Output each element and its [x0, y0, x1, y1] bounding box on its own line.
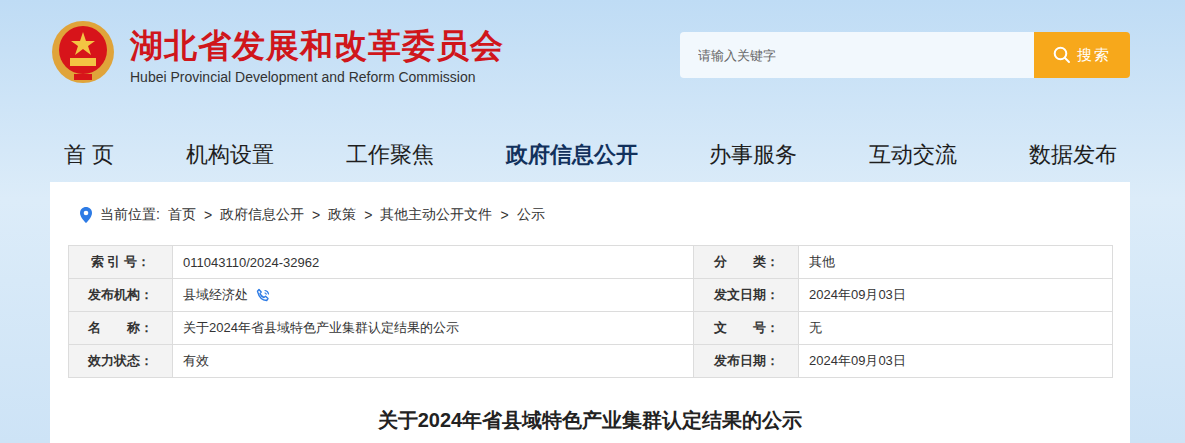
breadcrumb-item[interactable]: 政策: [328, 206, 356, 224]
field-value: 2024年09月03日: [799, 279, 1113, 312]
field-value: 县域经济处: [173, 279, 694, 312]
site-subtitle: Hubei Provincial Development and Reform …: [130, 68, 504, 86]
nav-item[interactable]: 互动交流: [869, 140, 957, 170]
page: 湖北省发展和改革委员会 Hubei Provincial Development …: [0, 0, 1185, 443]
search-box: 搜索: [680, 32, 1130, 78]
search-input[interactable]: [680, 32, 1034, 78]
table-row: 索 引 号：011043110/2024-32962分 类：其他: [69, 246, 1113, 279]
breadcrumb-separator: >: [500, 207, 508, 223]
table-row: 发布机构：县域经济处发文日期：2024年09月03日: [69, 279, 1113, 312]
breadcrumb-label: 当前位置:: [100, 206, 160, 224]
field-label: 文 号：: [694, 312, 799, 345]
breadcrumb-item[interactable]: 政府信息公开: [220, 206, 304, 224]
nav-item[interactable]: 办事服务: [709, 140, 797, 170]
brand-text: 湖北省发展和改革委员会 Hubei Provincial Development …: [130, 18, 504, 86]
field-value: 无: [799, 312, 1113, 345]
table-row: 效力状态：有效发布日期：2024年09月03日: [69, 345, 1113, 378]
nav-item[interactable]: 数据发布: [1029, 140, 1117, 170]
main-nav: 首 页 机构设置 工作聚焦 政府信息公开 办事服务 互动交流 数据发布: [0, 128, 1185, 182]
field-value: 其他: [799, 246, 1113, 279]
field-label: 发文日期：: [694, 279, 799, 312]
search-icon: [1053, 46, 1071, 64]
site-title: 湖北省发展和改革委员会: [130, 26, 504, 66]
field-label: 发布日期：: [694, 345, 799, 378]
search-button[interactable]: 搜索: [1034, 32, 1130, 78]
field-value: 关于2024年省县域特色产业集群认定结果的公示: [173, 312, 694, 345]
breadcrumb-separator: >: [364, 207, 372, 223]
field-value: 011043110/2024-32962: [173, 246, 694, 279]
field-label: 发布机构：: [69, 279, 173, 312]
field-label: 索 引 号：: [69, 246, 173, 279]
phone-icon[interactable]: [256, 288, 271, 303]
nav-item[interactable]: 工作聚焦: [346, 140, 434, 170]
nav-item[interactable]: 机构设置: [186, 140, 274, 170]
location-pin-icon: [80, 207, 92, 223]
breadcrumb-item[interactable]: 公示: [517, 206, 545, 224]
content-panel: 当前位置: 首页 > 政府信息公开 > 政策 > 其他主动公开文件 > 公示索 引 号：01104…: [50, 182, 1130, 443]
header: 湖北省发展和改革委员会 Hubei Provincial Development …: [0, 0, 1185, 128]
emblem-icon: [50, 18, 116, 86]
breadcrumb-separator: >: [204, 207, 212, 223]
brand[interactable]: 湖北省发展和改革委员会 Hubei Provincial Development …: [50, 18, 504, 86]
field-label: 名 称：: [69, 312, 173, 345]
nav-item[interactable]: 首 页: [64, 140, 114, 170]
table-row: 名 称：关于2024年省县域特色产业集群认定结果的公示文 号：无: [69, 312, 1113, 345]
breadcrumb-separator: >: [312, 207, 320, 223]
breadcrumb: 当前位置: 首页 > 政府信息公开 > 政策 > 其他主动公开文件 > 公示: [68, 204, 1112, 226]
breadcrumb-item[interactable]: 首页: [168, 206, 196, 224]
field-value: 2024年09月03日: [799, 345, 1113, 378]
breadcrumb-item[interactable]: 其他主动公开文件: [380, 206, 492, 224]
field-value: 有效: [173, 345, 694, 378]
nav-item[interactable]: 政府信息公开: [506, 140, 638, 170]
document-heading: 关于2024年省县域特色产业集群认定结果的公示: [68, 407, 1112, 434]
info-table: 索 引 号：011043110/2024-32962分 类：其他发布机构：县域经…: [68, 245, 1113, 378]
field-label: 分 类：: [694, 246, 799, 279]
field-label: 效力状态：: [69, 345, 173, 378]
